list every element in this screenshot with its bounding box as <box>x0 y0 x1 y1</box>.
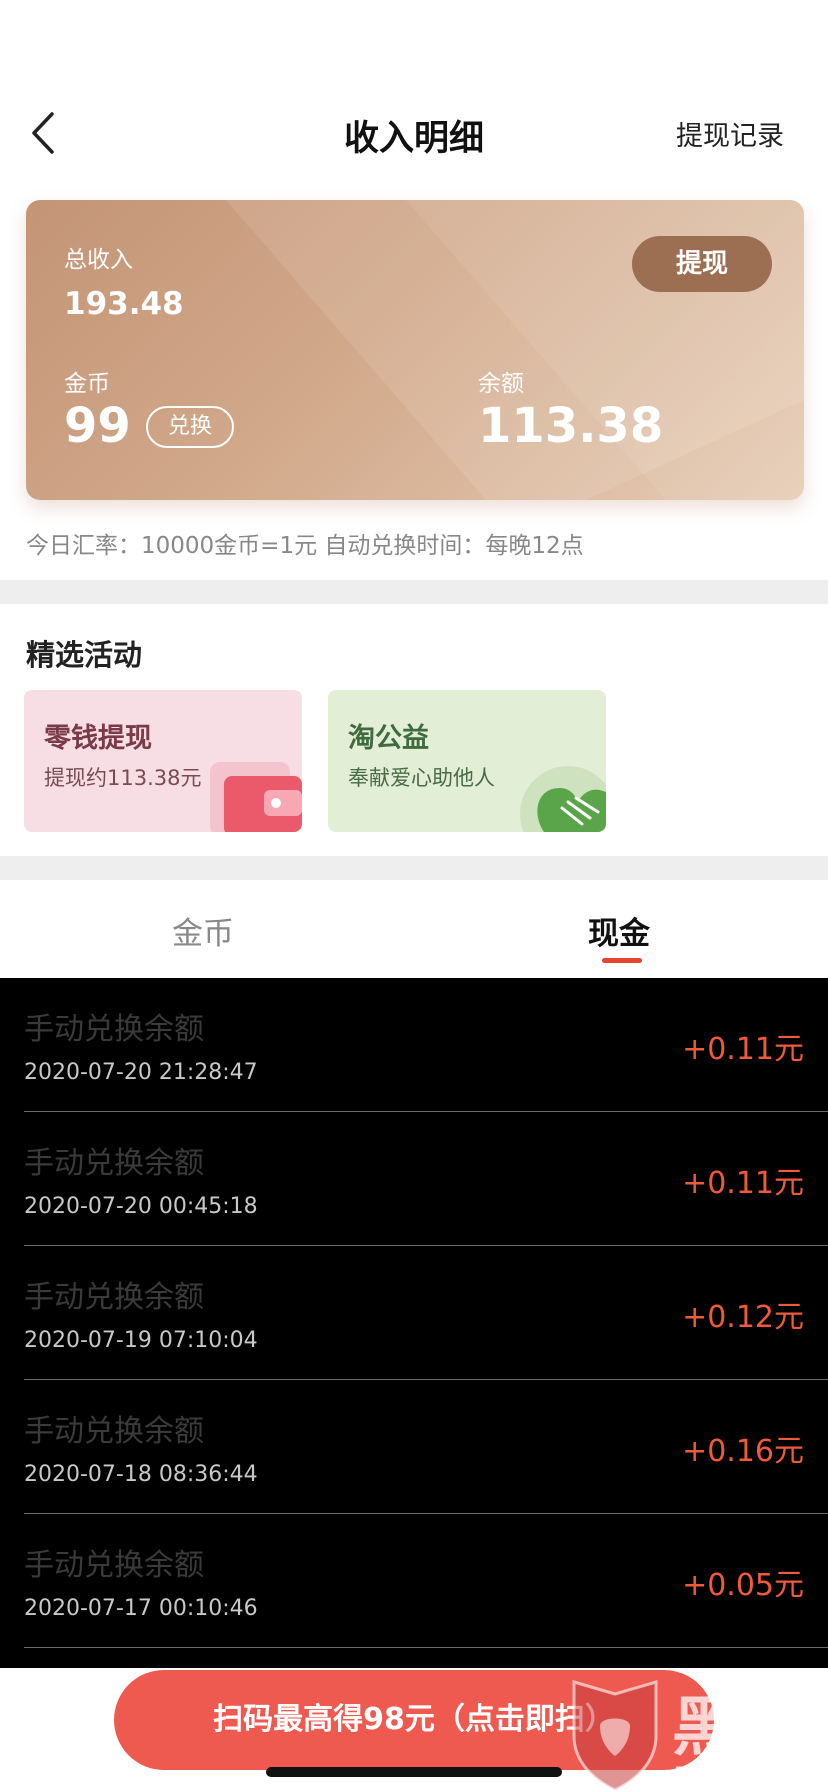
exchange-rate-note: 今日汇率：10000金币=1元 自动兑换时间：每晚12点 <box>26 533 584 559</box>
activity-title: 淘公益 <box>348 723 429 754</box>
total-income-label: 总收入 <box>64 247 133 273</box>
list-item[interactable]: 手动兑换余额 2020-07-20 21:28:47 +0.11元 <box>24 978 828 1112</box>
coin-label: 金币 <box>64 371 110 397</box>
list-item[interactable]: 手动兑换余额 2020-07-18 08:36:44 +0.16元 <box>24 1380 828 1514</box>
list-item[interactable]: 手动兑换余额 2020-07-20 00:45:18 +0.11元 <box>24 1112 828 1246</box>
record-title: 手动兑换余额 <box>24 1280 204 1315</box>
income-details-page: 收入明细 提现记录 总收入 193.48 提现 金币 99 兑换 余额 113.… <box>0 0 828 1792</box>
activity-card-charity[interactable]: 淘公益 奉献爱心助他人 <box>328 690 606 832</box>
coin-value: 99 <box>64 398 131 454</box>
activity-subtitle: 提现约113.38元 <box>44 766 202 790</box>
activity-card-withdraw[interactable]: 零钱提现 提现约113.38元 <box>24 690 302 832</box>
cat-shield-logo-icon <box>572 1679 658 1792</box>
balance-label: 余额 <box>478 371 524 397</box>
activity-title: 零钱提现 <box>44 723 152 754</box>
record-list: 手动兑换余额 2020-07-20 21:28:47 +0.11元 手动兑换余额… <box>0 978 828 1668</box>
list-item[interactable]: 手动兑换余额 2020-07-19 07:10:04 +0.12元 <box>24 1246 828 1380</box>
record-title: 手动兑换余额 <box>24 1012 204 1047</box>
record-title: 手动兑换余额 <box>24 1146 204 1181</box>
record-amount: +0.11元 <box>682 1166 804 1201</box>
withdraw-records-link[interactable]: 提现记录 <box>676 114 784 153</box>
nav-header: 收入明细 提现记录 <box>0 0 828 176</box>
watermark-subtext: BLACK CAT <box>674 1762 773 1792</box>
tab-bar: 金币 现金 <box>0 880 828 978</box>
heart-hand-icon <box>520 766 606 832</box>
record-amount: +0.16元 <box>682 1434 804 1469</box>
wallet-icon <box>210 762 302 832</box>
record-time: 2020-07-20 21:28:47 <box>24 1060 258 1085</box>
income-card: 总收入 193.48 提现 金币 99 兑换 余额 113.38 <box>26 200 804 500</box>
tab-cash[interactable]: 现金 <box>588 908 650 953</box>
withdraw-button[interactable]: 提现 <box>632 236 772 292</box>
record-time: 2020-07-20 00:45:18 <box>24 1194 258 1219</box>
record-time: 2020-07-17 00:10:46 <box>24 1596 258 1621</box>
list-item[interactable]: 手动兑换余额 2020-07-17 00:10:46 +0.05元 <box>24 1514 828 1648</box>
record-amount: +0.05元 <box>682 1568 804 1603</box>
activity-subtitle: 奉献爱心助他人 <box>348 766 495 790</box>
record-time: 2020-07-19 07:10:04 <box>24 1328 258 1353</box>
tab-active-indicator <box>602 958 642 963</box>
blackcat-watermark: 黑猫 BLACK CAT <box>560 1676 828 1792</box>
record-amount: +0.11元 <box>682 1032 804 1067</box>
record-amount: +0.12元 <box>682 1300 804 1335</box>
activities-title: 精选活动 <box>26 638 143 672</box>
record-time: 2020-07-18 08:36:44 <box>24 1462 258 1487</box>
watermark-text: 黑猫 <box>672 1691 804 1765</box>
section-divider <box>0 856 828 880</box>
tab-coins[interactable]: 金币 <box>172 908 234 953</box>
balance-value: 113.38 <box>478 398 664 454</box>
record-title: 手动兑换余额 <box>24 1548 204 1583</box>
exchange-button[interactable]: 兑换 <box>146 406 234 448</box>
total-income-value: 193.48 <box>64 286 184 322</box>
record-title: 手动兑换余额 <box>24 1414 204 1449</box>
section-divider <box>0 580 828 604</box>
home-indicator <box>266 1767 562 1777</box>
